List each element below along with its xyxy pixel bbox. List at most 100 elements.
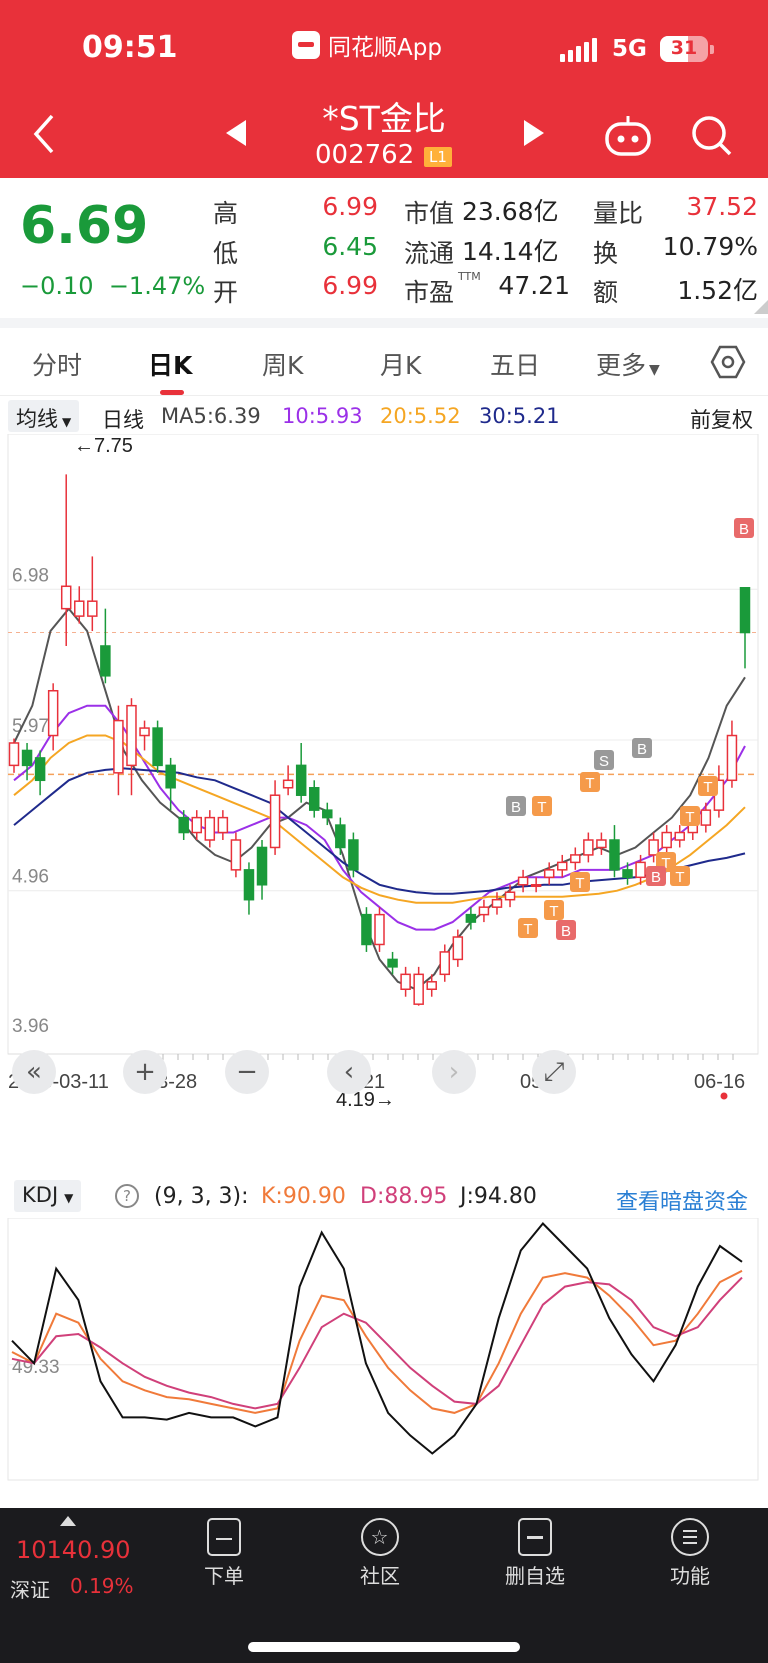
trade-marker-label: T xyxy=(703,779,712,796)
order-label: 下单 xyxy=(204,1564,244,1588)
candle-body xyxy=(609,839,620,871)
zoom-in-button[interactable]: + xyxy=(123,1050,167,1094)
search-icon[interactable] xyxy=(690,114,734,158)
fullscreen-button[interactable]: ⤢ xyxy=(532,1050,576,1094)
ma5-value: MA5:6.39 xyxy=(161,404,261,428)
tab-daily-k[interactable]: 日K xyxy=(148,346,192,382)
function-label: 功能 xyxy=(670,1564,710,1588)
candle-body xyxy=(47,689,59,737)
candle-body xyxy=(21,749,33,767)
index-value[interactable]: 10140.90 xyxy=(16,1536,131,1564)
d-value: D:88.95 xyxy=(360,1184,448,1209)
ma-selector[interactable]: 均线 ▼ xyxy=(8,400,80,432)
y-tick-label: 3.96 xyxy=(12,1016,49,1037)
candle-body xyxy=(87,600,98,617)
app-logo-icon xyxy=(292,31,320,59)
remove-watchlist-button[interactable]: 删自选 xyxy=(500,1518,570,1589)
candle-body xyxy=(204,816,216,841)
candle-body xyxy=(60,585,72,610)
candle-body xyxy=(596,839,607,849)
trade-marker-label: T xyxy=(675,869,684,886)
pe-ttm: TTM xyxy=(458,270,481,283)
candle-body xyxy=(700,809,712,826)
next-stock-icon[interactable] xyxy=(522,118,546,148)
candle-body xyxy=(191,816,202,834)
candle-body xyxy=(570,854,581,864)
candle-body xyxy=(543,869,555,879)
x-axis-date-label: 06-16 xyxy=(694,1071,745,1093)
status-app-name: 同花顺App xyxy=(328,35,442,61)
function-button[interactable]: 功能 xyxy=(660,1518,720,1589)
candle-body xyxy=(426,981,437,991)
price-adjust-mode[interactable]: 前复权 xyxy=(690,404,753,434)
candle-body xyxy=(557,861,568,871)
price-change: −0.10 −1.47% xyxy=(20,272,205,300)
candle-body xyxy=(530,884,542,888)
vr-label: 量比 xyxy=(593,199,644,228)
status-app: 同花顺App xyxy=(292,28,442,62)
change-pct: −1.47% xyxy=(108,272,206,300)
candle-body xyxy=(413,973,424,1005)
battery-level: 31 xyxy=(670,37,698,59)
candlestick-chart[interactable]: 7.986.985.974.963.96←7.754.19→BTTSBTTBTT… xyxy=(0,434,768,1134)
home-indicator[interactable] xyxy=(248,1642,520,1652)
indicator-name: KDJ xyxy=(22,1183,59,1207)
trade-marker-label: B xyxy=(651,869,661,886)
scroll-left-button[interactable]: ‹ xyxy=(327,1050,371,1094)
robot-assistant-icon[interactable] xyxy=(604,114,652,158)
candle-body xyxy=(126,704,137,767)
help-icon[interactable]: ? xyxy=(115,1184,139,1208)
ma20-value: 20:5.52 xyxy=(380,404,461,428)
settings-hexagon-icon[interactable] xyxy=(710,344,746,380)
stock-title: *ST金比 xyxy=(322,99,446,138)
candle-body xyxy=(726,734,738,782)
float-value: 14.14亿 xyxy=(462,237,559,266)
community-button[interactable]: ☆ 社区 xyxy=(350,1518,410,1589)
scroll-right-button[interactable]: › xyxy=(432,1050,476,1094)
remove-watchlist-label: 删自选 xyxy=(505,1564,565,1588)
high-value: 6.99 xyxy=(322,192,378,221)
tab-intraday[interactable]: 分时 xyxy=(32,346,82,382)
tab-weekly-k[interactable]: 周K xyxy=(262,346,303,382)
candle-body xyxy=(400,973,411,991)
trade-marker-label: T xyxy=(523,921,532,938)
divider xyxy=(0,318,768,328)
trade-marker-label: T xyxy=(537,799,546,816)
kdj-params: (9, 3, 3): xyxy=(154,1184,249,1209)
float-label: 流通 xyxy=(404,239,455,268)
battery-tip xyxy=(710,45,714,54)
candle-body xyxy=(113,719,124,774)
trade-marker-label: B xyxy=(739,521,749,538)
candle-body xyxy=(517,876,529,886)
tab-monthly-k[interactable]: 月K xyxy=(380,346,421,382)
dark-pool-link[interactable]: 查看暗盘资金 xyxy=(616,1184,748,1216)
kdj-chart[interactable]: 49.33 xyxy=(0,1218,768,1488)
candle-body xyxy=(687,824,699,834)
order-button[interactable]: 下单 xyxy=(194,1518,254,1589)
index-name: 深证 xyxy=(10,1578,50,1602)
dropdown-icon: ▼ xyxy=(64,1191,74,1205)
candle-body xyxy=(322,809,333,819)
tab-five-day[interactable]: 五日 xyxy=(490,346,540,382)
zoom-out-button[interactable]: − xyxy=(225,1050,269,1094)
candle-body xyxy=(152,727,163,767)
candle-body xyxy=(335,824,346,849)
candle-body xyxy=(100,645,111,677)
candle-body xyxy=(661,831,672,849)
indicator-selector[interactable]: KDJ ▼ xyxy=(14,1180,82,1212)
candle-body xyxy=(282,779,294,789)
current-price: 6.69 xyxy=(20,196,149,256)
candle-body xyxy=(256,846,268,886)
candle-body xyxy=(34,757,46,782)
open-value: 6.99 xyxy=(322,271,378,300)
chart-shrink-left-button[interactable]: « xyxy=(12,1050,56,1094)
open-label: 开 xyxy=(213,278,239,307)
expand-corner-icon[interactable] xyxy=(754,300,768,314)
remove-watchlist-icon xyxy=(518,1518,552,1556)
tab-more[interactable]: 更多 ▼ xyxy=(596,346,660,382)
k-value: K:90.90 xyxy=(261,1184,346,1209)
kdj-line-j xyxy=(11,1222,743,1455)
ma-selector-label: 均线 xyxy=(16,407,58,431)
candle-body xyxy=(8,742,20,767)
mcap-label: 市值 xyxy=(404,199,455,228)
